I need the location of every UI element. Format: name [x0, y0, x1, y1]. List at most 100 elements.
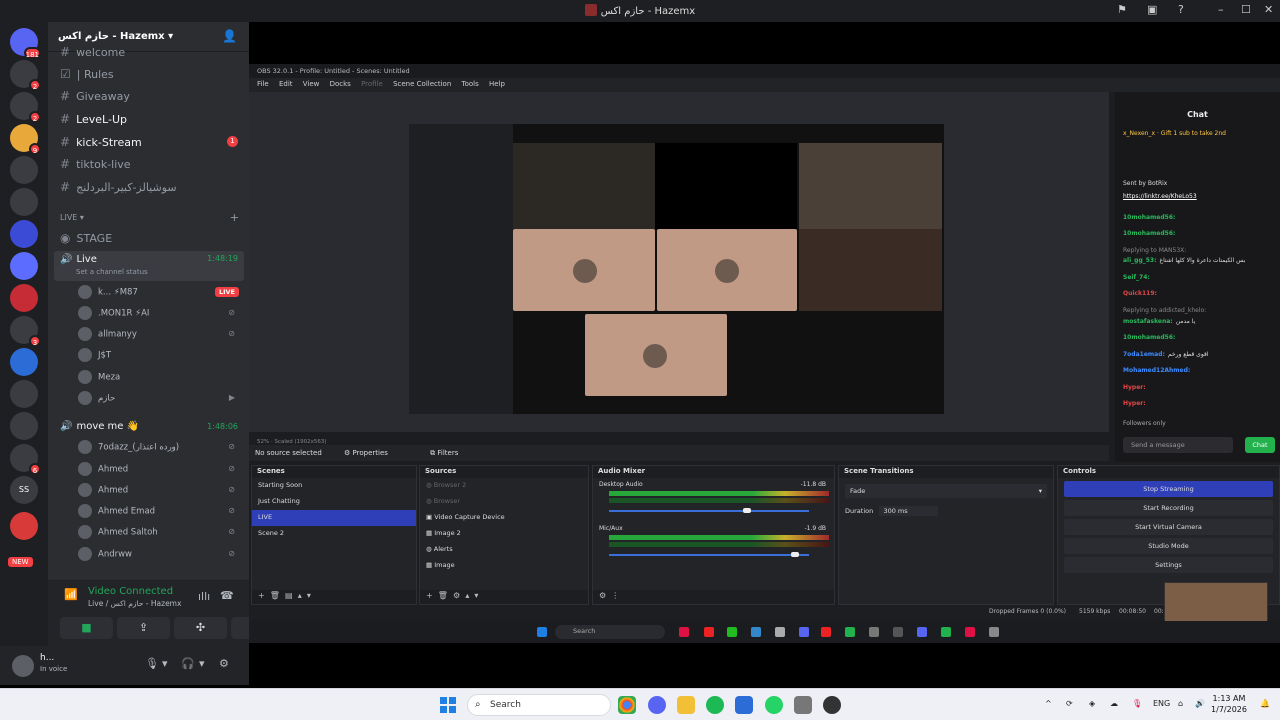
source-item[interactable]: ◍ Browser 2	[420, 478, 588, 494]
volume-slider[interactable]	[609, 552, 809, 557]
source-item[interactable]: ▦ Image 2	[420, 526, 588, 542]
home-server[interactable]: 181	[10, 28, 41, 59]
voice-member[interactable]: Ahmed ⊘	[78, 462, 243, 480]
screen-icon[interactable]: ▣	[1147, 3, 1157, 16]
menu-help[interactable]: Help	[489, 80, 505, 88]
server-icon[interactable]: 6	[10, 444, 41, 475]
scene-item-selected[interactable]: LIVE	[252, 510, 416, 526]
voice-channel-move-me[interactable]: 🔊 move me 👋 1:48:06	[54, 418, 244, 438]
voice-member[interactable]: Meza	[78, 370, 243, 388]
add-icon[interactable]: +	[426, 591, 433, 600]
taskbar-search[interactable]: ⌕ Search	[467, 694, 611, 716]
voice-member[interactable]: Ahmed Emad ⊘	[78, 504, 243, 522]
gear-icon[interactable]: ⚙	[599, 591, 606, 600]
sync-icon[interactable]: ⟳	[1066, 699, 1073, 708]
scene-item[interactable]: Scene 2	[252, 526, 416, 542]
add-icon[interactable]: +	[258, 591, 265, 600]
filter-icon[interactable]: ▤	[285, 591, 293, 600]
volume-knob[interactable]	[791, 552, 800, 557]
menu-file[interactable]: File	[257, 80, 269, 88]
whatsapp-icon[interactable]	[765, 696, 783, 714]
voice-member[interactable]: حازم ▶	[78, 391, 243, 409]
language-indicator[interactable]: ENG	[1153, 699, 1170, 708]
photos-icon[interactable]	[735, 696, 753, 714]
server-icon[interactable]	[10, 412, 38, 440]
obs-preview[interactable]	[249, 92, 1109, 432]
source-item[interactable]: ▦ Image	[420, 558, 588, 574]
headphones-icon[interactable]: 🎧	[181, 657, 195, 670]
menu-view[interactable]: View	[303, 80, 320, 88]
down-icon[interactable]: ▾	[307, 591, 311, 600]
start-button[interactable]	[440, 697, 456, 713]
maximize-icon[interactable]: ☐	[1241, 3, 1251, 16]
chevron-down-icon[interactable]: ▾	[162, 657, 168, 670]
channel-stage[interactable]: ◉ STAGE	[54, 228, 244, 248]
server-icon[interactable]	[10, 220, 38, 248]
start-virtual-camera-button[interactable]: Start Virtual Camera	[1064, 519, 1273, 535]
channel-status-prompt[interactable]: Set a channel status	[76, 268, 238, 276]
up-icon[interactable]: ▴	[465, 591, 469, 600]
volume-knob[interactable]	[743, 508, 752, 513]
cloud-icon[interactable]: ☁	[1110, 699, 1118, 708]
server-icon[interactable]: 9	[10, 124, 41, 155]
server-icon[interactable]	[10, 252, 38, 280]
stop-streaming-button[interactable]: Stop Streaming	[1064, 481, 1273, 497]
chevron-up-icon[interactable]: ^	[1045, 699, 1052, 708]
disconnect-icon[interactable]: ☎	[220, 589, 234, 602]
studio-mode-button[interactable]: Studio Mode	[1064, 538, 1273, 554]
properties-button[interactable]: ⚙ Properties	[344, 449, 408, 457]
server-icon[interactable]: 2	[10, 60, 41, 91]
voice-status-title[interactable]: Video Connected	[88, 586, 173, 597]
server-icon[interactable]	[10, 284, 38, 312]
volume-slider[interactable]	[609, 508, 809, 513]
gear-icon[interactable]: ⚙	[453, 591, 460, 600]
notification-icon[interactable]: 🔔	[1260, 699, 1270, 708]
voice-member[interactable]: k... ⚡M87 LIVE	[78, 285, 243, 303]
source-item[interactable]: ◍ Browser	[420, 494, 588, 510]
close-icon[interactable]: ✕	[1264, 3, 1273, 16]
minimize-icon[interactable]: –	[1218, 3, 1224, 16]
menu-tools[interactable]: Tools	[462, 80, 479, 88]
discord-icon[interactable]	[648, 696, 666, 714]
filters-button[interactable]: ⧉ Filters	[430, 449, 478, 457]
scene-item[interactable]: Just Chatting	[252, 494, 416, 510]
scene-item[interactable]: Starting Soon	[252, 478, 416, 494]
chrome-icon[interactable]	[618, 696, 636, 714]
duration-value[interactable]: 300 ms	[879, 506, 938, 516]
file-explorer-icon[interactable]	[677, 696, 695, 714]
menu-icon[interactable]: ⋮	[611, 591, 619, 600]
up-icon[interactable]: ▴	[298, 591, 302, 600]
spotify-icon[interactable]	[706, 696, 724, 714]
channel-welcome[interactable]: # welcome	[54, 42, 244, 62]
screen-share-button[interactable]: ⇪	[117, 617, 170, 639]
tray-app-icon[interactable]: ◈	[1089, 699, 1095, 708]
category-live[interactable]: LIVE ▾	[60, 213, 84, 222]
voice-member[interactable]: J$T	[78, 348, 243, 366]
mic-icon[interactable]: 🎙	[145, 657, 159, 670]
voice-member[interactable]: allmanyy ⊘	[78, 327, 243, 345]
create-channel-icon[interactable]: +	[230, 211, 239, 224]
add-user-icon[interactable]: 👤	[222, 29, 237, 43]
mic-icon[interactable]: 🎙	[1132, 699, 1142, 708]
source-item[interactable]: ◍ Alerts	[420, 542, 588, 558]
server-icon[interactable]: 3	[10, 316, 41, 347]
source-item[interactable]: ▣ Video Capture Device	[420, 510, 588, 526]
down-icon[interactable]: ▾	[474, 591, 478, 600]
voice-member[interactable]: Ahmed ⊘	[78, 483, 243, 501]
transition-select[interactable]: Fade ▾	[845, 484, 1047, 498]
user-avatar[interactable]	[12, 655, 34, 677]
settings-button[interactable]: Settings	[1064, 557, 1273, 573]
username[interactable]: h...	[40, 653, 54, 663]
camera-button[interactable]: ■	[60, 617, 113, 639]
settings-icon[interactable]	[794, 696, 812, 714]
obs-icon[interactable]	[823, 696, 841, 714]
gear-icon[interactable]: ⚙	[219, 657, 229, 670]
voice-channel-live[interactable]: 🔊 Live 1:48:19 Set a channel status	[54, 251, 244, 281]
server-icon[interactable]: 2	[10, 92, 41, 123]
menu-profile[interactable]: Profile	[361, 80, 383, 88]
help-icon[interactable]: ?	[1178, 3, 1184, 16]
chat-link[interactable]: https://linktr.ee/KheLo53	[1123, 193, 1273, 205]
server-icon[interactable]	[10, 156, 38, 184]
trash-icon[interactable]: 🗑	[270, 591, 280, 600]
clock[interactable]: 1:13 AM 1/7/2026	[1205, 693, 1253, 715]
